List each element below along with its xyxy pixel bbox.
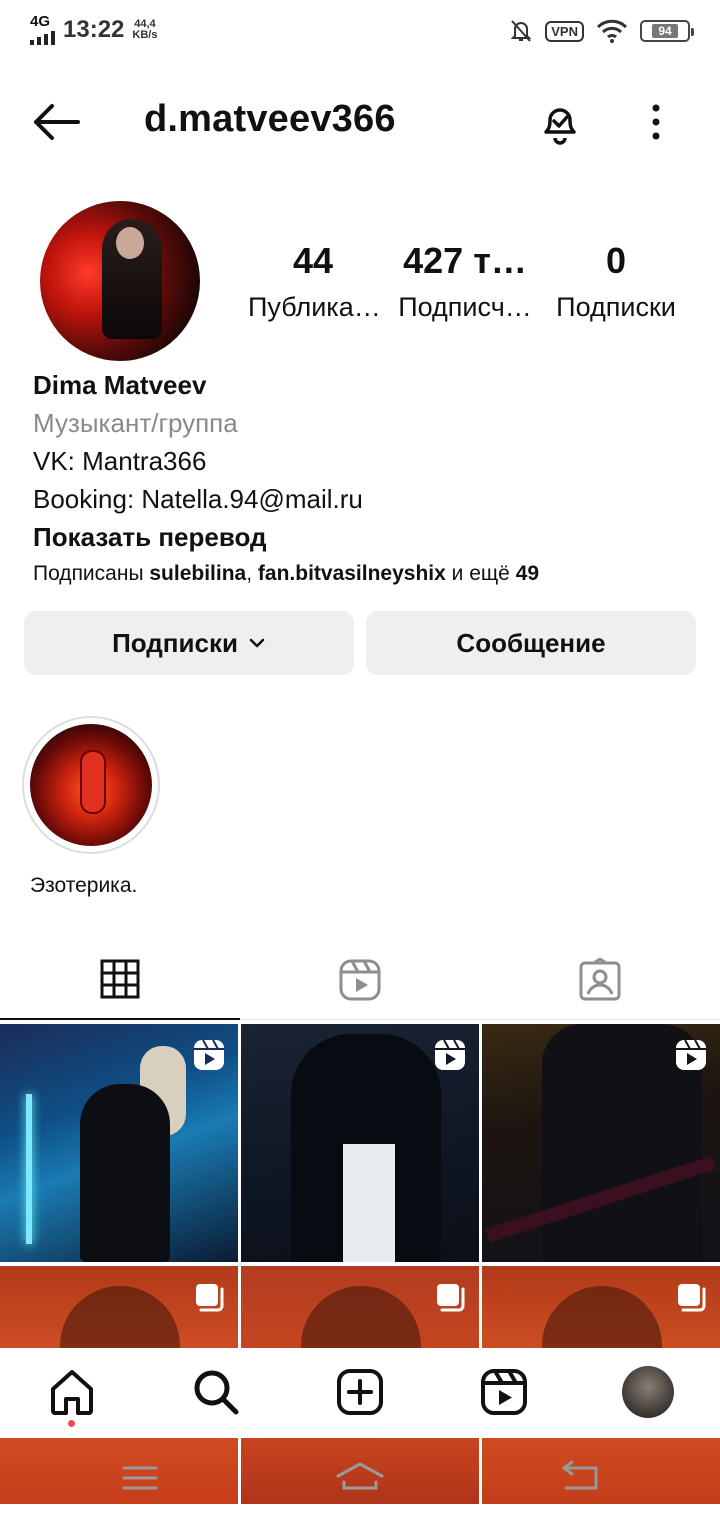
carousel-badge-icon — [196, 1284, 224, 1312]
stat-following-value: 0 — [605, 240, 627, 281]
carousel-badge-icon — [437, 1284, 465, 1312]
profile-avatar-small — [622, 1366, 674, 1418]
back-return-icon — [562, 1460, 598, 1490]
nav-reels[interactable] — [476, 1364, 532, 1420]
bottom-navigation — [0, 1348, 720, 1438]
message-button-label: Сообщение — [456, 627, 606, 658]
highlight-cover — [30, 724, 152, 846]
status-right: VPN 94 — [509, 18, 694, 44]
reels-icon — [339, 959, 381, 1001]
stat-posts-value: 44 — [292, 240, 334, 281]
stat-followers-label: Подписч… — [398, 292, 532, 322]
menu-icon — [122, 1466, 158, 1490]
signal-icon — [30, 31, 55, 45]
followed-by-text[interactable]: Подписаны sulebilina, fan.bitvasilneyshi… — [33, 556, 693, 592]
bio-line-booking: Booking: Natella.94@mail.ru — [33, 484, 363, 514]
profile-stats: 44 Публика… 427 т… Подписч… 0 Подписки — [240, 240, 700, 330]
post-thumbnail[interactable] — [482, 1024, 720, 1262]
followed-by-count: 49 — [515, 562, 540, 585]
reel-badge-icon — [194, 1039, 224, 1070]
speed-unit: KB/s — [132, 28, 158, 41]
tagged-icon — [579, 958, 621, 1001]
message-button[interactable]: Сообщение — [366, 611, 696, 675]
nav-home[interactable] — [44, 1364, 100, 1420]
carousel-badge-icon — [678, 1284, 706, 1312]
wifi-icon — [596, 19, 628, 43]
system-back-button[interactable] — [554, 1458, 602, 1498]
home-outline-icon — [336, 1462, 384, 1490]
following-button-label: Подписки — [112, 627, 238, 658]
system-menu-button[interactable] — [116, 1458, 164, 1498]
page-title: d.matveev366 — [144, 98, 396, 140]
notification-dot — [68, 1420, 75, 1427]
story-highlight[interactable]: Эзотерика. — [22, 716, 162, 898]
nav-profile[interactable] — [620, 1364, 676, 1420]
grid-icon — [100, 959, 140, 999]
chevron-down-icon — [249, 638, 265, 648]
notifications-off-icon — [510, 20, 532, 42]
back-arrow-icon — [34, 104, 80, 140]
tab-tagged[interactable] — [480, 940, 720, 1020]
battery-icon: 94 — [640, 20, 694, 42]
profile-tabs — [0, 940, 720, 1020]
system-navigation-bar — [0, 1440, 720, 1520]
bell-check-icon — [544, 108, 576, 145]
clock: 13:22 — [63, 15, 125, 43]
profile-avatar[interactable] — [40, 201, 200, 361]
highlight-label: Эзотерика. — [30, 874, 138, 897]
post-thumbnail[interactable] — [0, 1024, 238, 1262]
vpn-indicator: VPN — [545, 20, 584, 42]
more-vertical-icon — [652, 104, 660, 140]
notifications-button[interactable] — [536, 98, 584, 146]
add-post-icon — [337, 1369, 383, 1415]
stat-posts[interactable]: 44 Публика… — [248, 240, 381, 323]
status-left: 4G 13:22 44,4 KB/s — [30, 14, 157, 45]
stat-following[interactable]: 0 Подписки — [552, 240, 680, 323]
nav-search[interactable] — [188, 1364, 244, 1420]
followed-by-user-1: sulebilina — [149, 562, 247, 585]
system-home-button[interactable] — [334, 1458, 384, 1498]
network-type: 4G — [30, 13, 51, 30]
search-icon — [194, 1370, 239, 1415]
battery-level: 94 — [652, 24, 678, 38]
followed-by-user-2: fan.bitvasilneyshix — [257, 562, 446, 585]
network-indicator: 4G — [30, 14, 55, 45]
profile-header: d.matveev366 — [0, 80, 720, 164]
stat-following-label: Подписки — [556, 292, 676, 322]
speed-value: 44,4 — [134, 17, 156, 30]
following-button[interactable]: Подписки — [24, 611, 354, 675]
followed-by-more: и ещё — [445, 562, 516, 585]
status-bar: 4G 13:22 44,4 KB/s VPN 94 — [0, 0, 720, 64]
stat-followers-value: 427 т… — [403, 240, 527, 281]
reels-icon — [481, 1369, 527, 1415]
profile-bio: Dima Matveev Музыкант/группа VK: Mantra3… — [33, 366, 693, 592]
home-icon — [51, 1370, 93, 1415]
more-options-button[interactable] — [640, 100, 672, 144]
bio-line-vk: VK: Mantra366 — [33, 446, 207, 476]
stat-posts-label: Публика… — [248, 292, 381, 322]
followed-by-separator: , — [246, 562, 258, 585]
highlight-ring — [22, 716, 160, 854]
post-thumbnail[interactable] — [241, 1024, 479, 1262]
profile-category: Музыкант/группа — [33, 408, 238, 438]
reel-badge-icon — [435, 1039, 465, 1070]
back-button[interactable] — [30, 100, 82, 144]
reel-badge-icon — [676, 1039, 706, 1070]
nav-create-post[interactable] — [332, 1364, 388, 1420]
profile-name: Dima Matveev — [33, 370, 207, 400]
stat-followers[interactable]: 427 т… Подписч… — [398, 240, 532, 323]
tab-reels[interactable] — [240, 940, 480, 1020]
network-speed: 44,4 KB/s — [132, 17, 158, 41]
tab-posts-grid[interactable] — [0, 940, 240, 1020]
followed-by-prefix: Подписаны — [33, 562, 150, 585]
show-translation-link[interactable]: Показать перевод — [33, 518, 693, 556]
